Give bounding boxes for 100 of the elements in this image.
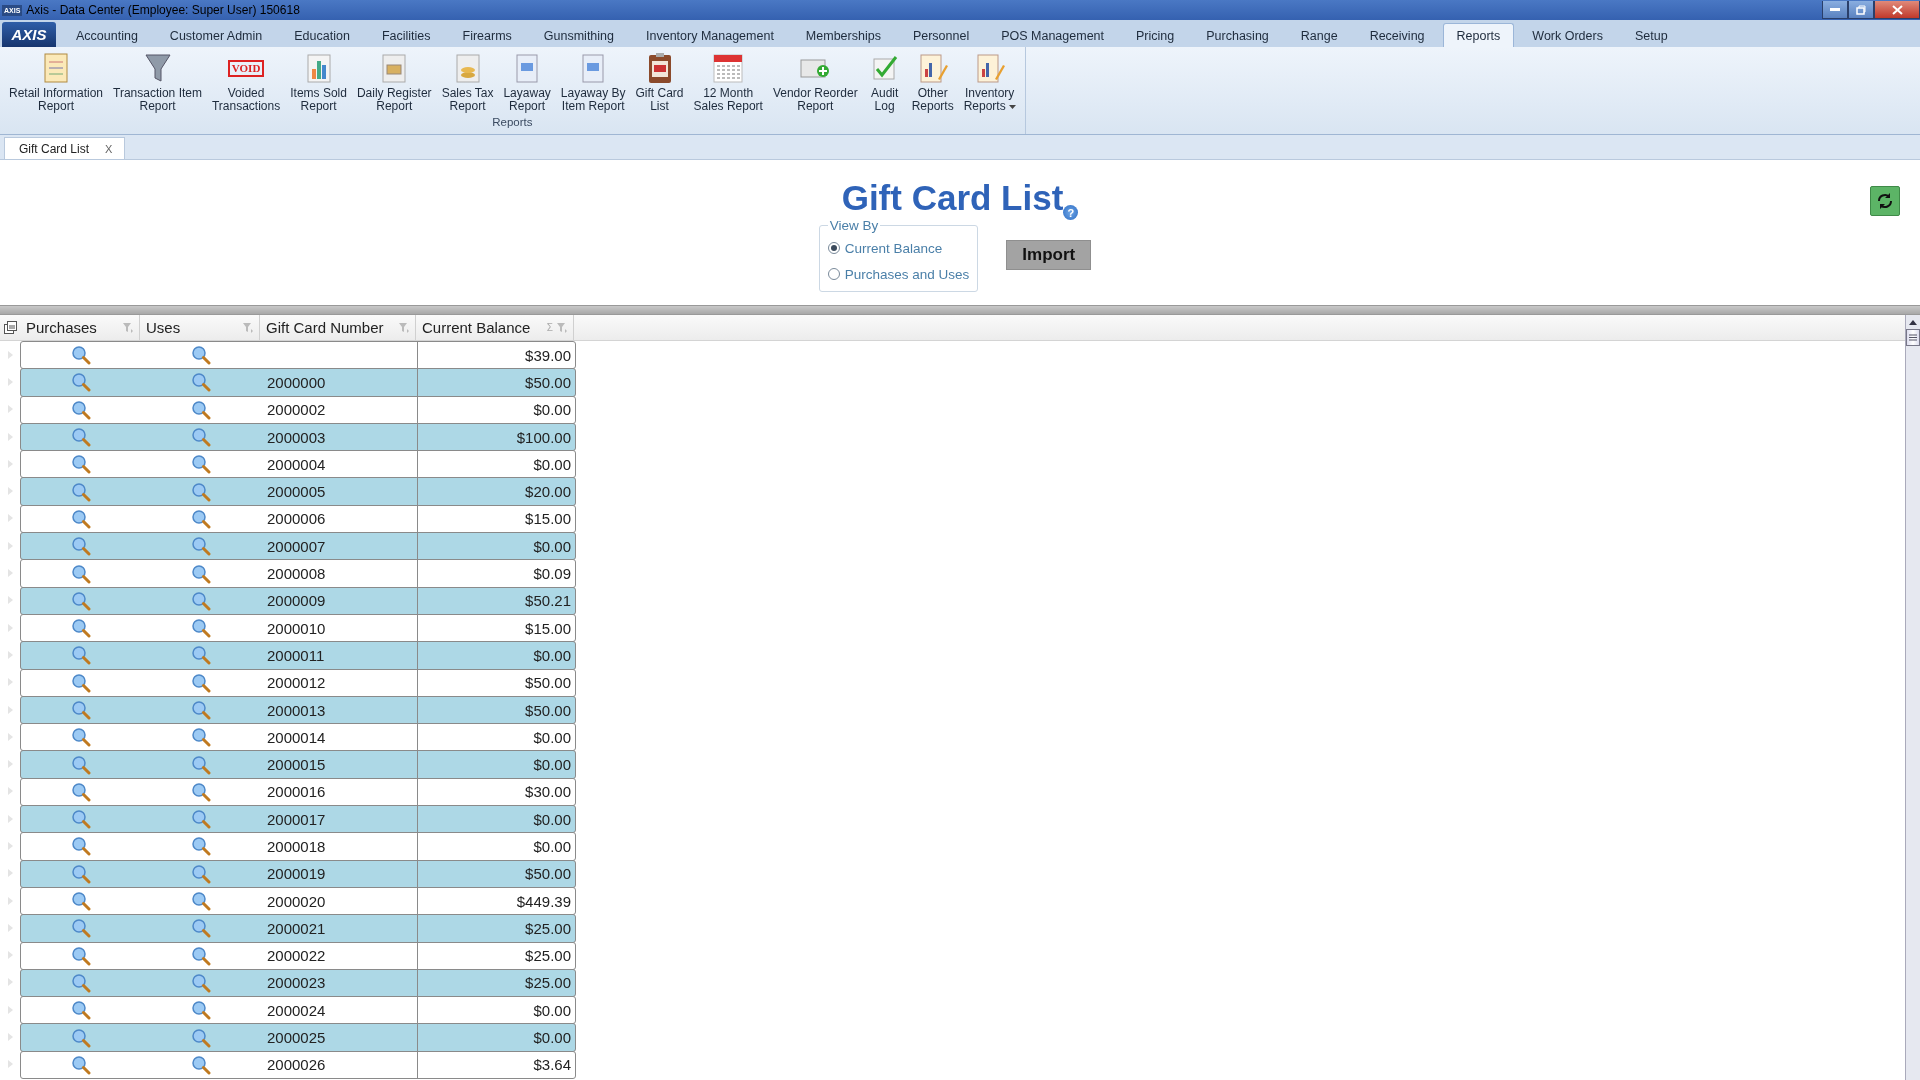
column-header[interactable]: Uses: [146, 319, 239, 336]
magnifier-icon[interactable]: [71, 809, 91, 830]
magnifier-icon[interactable]: [191, 372, 211, 393]
magnifier-icon[interactable]: [191, 1027, 211, 1048]
grid-row[interactable]: 2000002 $0.00: [20, 395, 576, 424]
magnifier-icon[interactable]: [71, 454, 91, 475]
menu-tab[interactable]: Range: [1286, 23, 1352, 47]
magnifier-icon[interactable]: [191, 454, 211, 475]
radio-button[interactable]: [827, 268, 840, 280]
menu-tab[interactable]: Reports: [1442, 23, 1515, 47]
menu-tab[interactable]: Accounting: [62, 23, 152, 47]
magnifier-icon[interactable]: [191, 481, 211, 502]
grid-row[interactable]: 2000008 $0.09: [20, 559, 576, 588]
magnifier-icon[interactable]: [191, 508, 211, 529]
magnifier-icon[interactable]: [71, 563, 91, 584]
magnifier-icon[interactable]: [191, 781, 211, 802]
magnifier-icon[interactable]: [191, 645, 211, 666]
magnifier-icon[interactable]: [71, 781, 91, 802]
grid-row[interactable]: 2000022 $25.00: [20, 941, 576, 970]
magnifier-icon[interactable]: [71, 863, 91, 884]
magnifier-icon[interactable]: [191, 399, 211, 420]
grid-row[interactable]: 2000015 $0.00: [20, 750, 576, 779]
magnifier-icon[interactable]: [191, 918, 211, 939]
menu-tab[interactable]: POS Management: [987, 23, 1119, 47]
radio-label[interactable]: Purchases and Uses: [844, 266, 970, 282]
column-chooser-icon[interactable]: [3, 321, 17, 334]
ribbon-button[interactable]: 12 Month Sales Report: [688, 49, 768, 115]
grid-row[interactable]: 2000014 $0.00: [20, 723, 576, 752]
refresh-button[interactable]: [1870, 186, 1900, 216]
ribbon-button[interactable]: Transaction Item Report: [108, 49, 207, 115]
magnifier-icon[interactable]: [191, 1054, 211, 1075]
ribbon-button[interactable]: Sales Tax Report: [436, 49, 499, 115]
radio-button[interactable]: [827, 242, 840, 254]
grid-row[interactable]: 2000012 $50.00: [20, 668, 576, 697]
scrollbar[interactable]: [1905, 315, 1920, 1080]
magnifier-icon[interactable]: [191, 427, 211, 448]
menu-tab[interactable]: Facilities: [367, 23, 445, 47]
grid-row[interactable]: 2000021 $25.00: [20, 914, 576, 943]
document-tab-label[interactable]: Gift Card List: [19, 141, 90, 156]
magnifier-icon[interactable]: [71, 427, 91, 448]
magnifier-icon[interactable]: [71, 508, 91, 529]
ribbon-button[interactable]: Gift Card List: [630, 49, 689, 115]
grid-row[interactable]: 2000005 $20.00: [20, 477, 576, 506]
grid-row[interactable]: $39.00: [20, 341, 576, 370]
magnifier-icon[interactable]: [71, 945, 91, 966]
magnifier-icon[interactable]: [191, 700, 211, 720]
grid-row[interactable]: 2000024 $0.00: [20, 996, 576, 1025]
magnifier-icon[interactable]: [71, 918, 91, 939]
magnifier-icon[interactable]: [191, 345, 211, 366]
import-button[interactable]: Import: [1006, 240, 1092, 270]
ribbon-button[interactable]: Layaway By Item Report: [555, 49, 631, 115]
magnifier-icon[interactable]: [71, 754, 91, 775]
restore-button[interactable]: [1848, 1, 1874, 19]
menu-tab[interactable]: Work Orders: [1518, 23, 1617, 47]
menu-tab[interactable]: Receiving: [1355, 23, 1439, 47]
ribbon-button[interactable]: Layaway Report: [498, 49, 556, 115]
tab-close-button[interactable]: X: [105, 142, 113, 155]
magnifier-icon[interactable]: [71, 645, 91, 666]
menu-tab[interactable]: Memberships: [791, 23, 895, 47]
menu-tab[interactable]: Inventory Management: [632, 23, 788, 47]
magnifier-icon[interactable]: [191, 536, 211, 557]
ribbon-button[interactable]: Vendor Reorder Report: [767, 49, 863, 115]
magnifier-icon[interactable]: [191, 590, 211, 611]
grid-row[interactable]: 2000026 $3.64: [20, 1050, 576, 1079]
magnifier-icon[interactable]: [191, 1000, 211, 1021]
magnifier-icon[interactable]: [191, 618, 211, 639]
magnifier-icon[interactable]: [191, 891, 211, 912]
grid-row[interactable]: 2000018 $0.00: [20, 832, 576, 861]
magnifier-icon[interactable]: [191, 727, 211, 748]
ribbon-button[interactable]: Inventory Reports: [958, 49, 1021, 115]
menu-tab[interactable]: Gunsmithing: [529, 23, 628, 47]
magnifier-icon[interactable]: [71, 372, 91, 393]
menu-tab[interactable]: Firearms: [448, 23, 526, 47]
magnifier-icon[interactable]: [71, 481, 91, 502]
column-header[interactable]: Gift Card Number: [266, 319, 395, 336]
ribbon-button[interactable]: Retail Information Report: [4, 49, 109, 115]
menu-tab[interactable]: Customer Admin: [155, 23, 277, 47]
magnifier-icon[interactable]: [71, 836, 91, 857]
magnifier-icon[interactable]: [71, 672, 91, 693]
magnifier-icon[interactable]: [191, 836, 211, 857]
magnifier-icon[interactable]: [191, 672, 211, 693]
magnifier-icon[interactable]: [71, 727, 91, 748]
column-header[interactable]: Purchases: [26, 319, 119, 336]
minimize-button[interactable]: [1822, 1, 1848, 19]
menu-tab[interactable]: Setup: [1620, 23, 1682, 47]
app-logo[interactable]: AXIS: [2, 22, 56, 47]
magnifier-icon[interactable]: [191, 945, 211, 966]
scroll-thumb[interactable]: [1906, 329, 1920, 346]
magnifier-icon[interactable]: [191, 563, 211, 584]
menu-tab[interactable]: Education: [280, 23, 364, 47]
grid-row[interactable]: 2000009 $50.21: [20, 586, 576, 615]
magnifier-icon[interactable]: [71, 618, 91, 639]
close-button[interactable]: [1874, 1, 1920, 19]
grid-row[interactable]: 2000011 $0.00: [20, 641, 576, 670]
grid-row[interactable]: 2000007 $0.00: [20, 532, 576, 561]
grid-row[interactable]: 2000000 $50.00: [20, 368, 576, 397]
grid-row[interactable]: 2000019 $50.00: [20, 859, 576, 888]
ribbon-button[interactable]: Items Sold Report: [285, 49, 352, 115]
magnifier-icon[interactable]: [71, 972, 91, 993]
ribbon-button[interactable]: Daily Register Report: [351, 49, 437, 115]
